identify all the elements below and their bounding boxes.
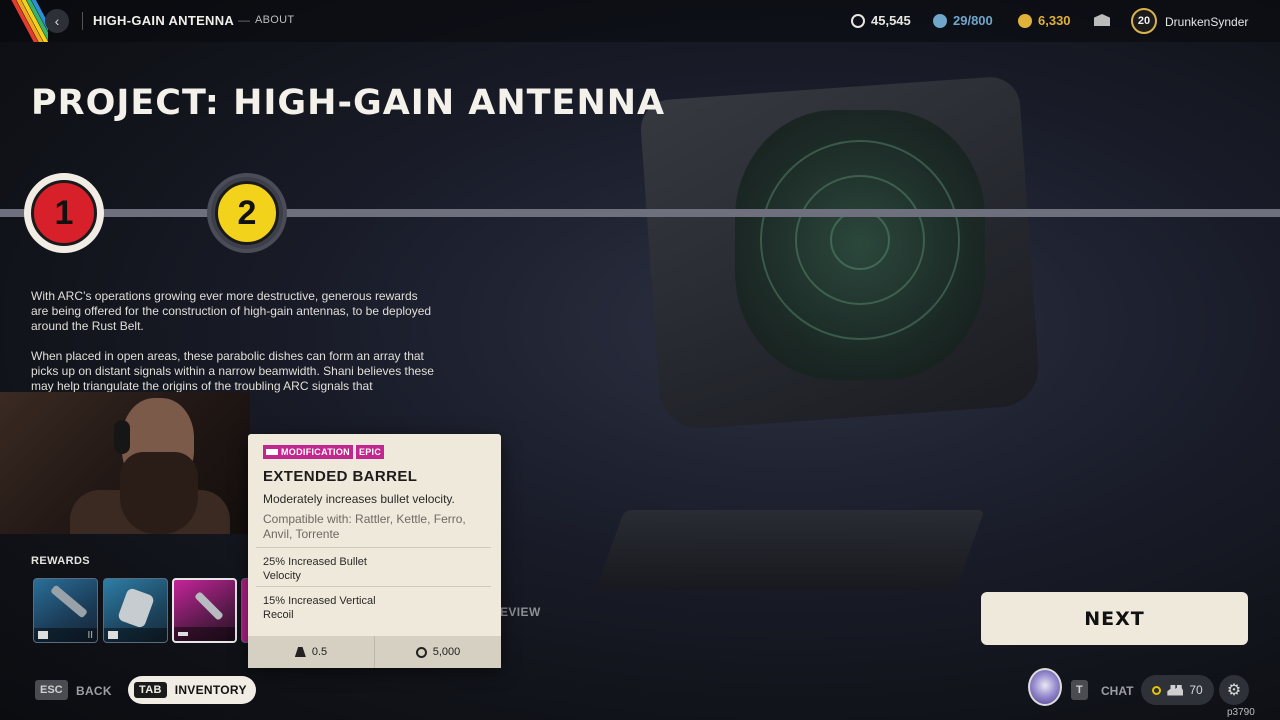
inventory-label: INVENTORY xyxy=(174,683,247,697)
page-title: PROJECT: HIGH-GAIN ANTENNA xyxy=(31,83,666,123)
build-version: p3790 xyxy=(1227,707,1255,718)
canister-icon xyxy=(117,587,155,629)
inventory-button[interactable]: TAB INVENTORY xyxy=(128,676,256,704)
breadcrumb-title: HIGH-GAIN ANTENNA xyxy=(93,13,235,28)
next-button[interactable]: NEXT xyxy=(981,592,1248,645)
item-stat: 25% Increased Bullet Velocity xyxy=(263,556,367,582)
chevron-left-icon: ‹ xyxy=(54,13,60,29)
creds-counter: 6,330 xyxy=(1018,13,1071,28)
breadcrumb-separator: — xyxy=(238,13,250,27)
reward-slot-selected[interactable] xyxy=(172,578,237,643)
headphones xyxy=(114,420,130,454)
gear-icon: ⚙ xyxy=(1226,682,1242,699)
save-icon xyxy=(108,631,118,639)
username[interactable]: DrunkenSynder xyxy=(1165,15,1248,29)
rarity-tag: EPIC xyxy=(355,445,385,459)
item-compatibility: Compatible with: Rattler, Kettle, Ferro,… xyxy=(263,512,466,541)
step-1[interactable]: 1 xyxy=(24,173,104,253)
category-tag: MODIFICATION xyxy=(263,445,353,459)
barrel-icon xyxy=(194,591,224,621)
project-description: With ARC’s operations growing ever more … xyxy=(31,289,436,409)
friends-button[interactable]: 70 xyxy=(1141,675,1214,705)
chat-key[interactable]: T xyxy=(1071,680,1088,700)
brand-stripes xyxy=(0,0,48,42)
breadcrumb-about[interactable]: ABOUT xyxy=(255,14,294,26)
item-price: 5,000 xyxy=(375,636,501,668)
creds-value: 6,330 xyxy=(1038,13,1071,28)
preview-label[interactable]: EVIEW xyxy=(500,605,541,619)
item-footer: 0.5 5,000 xyxy=(248,636,501,668)
list-icon xyxy=(38,631,48,639)
divider xyxy=(256,547,491,548)
radar-screen xyxy=(735,110,985,380)
squad-emblem-icon[interactable] xyxy=(1028,668,1062,706)
settings-button[interactable]: ⚙ xyxy=(1219,675,1249,705)
item-weight: 0.5 xyxy=(248,636,374,668)
step-1-number: 1 xyxy=(31,180,97,246)
coins-value: 45,545 xyxy=(871,13,911,28)
coin-icon xyxy=(851,13,865,28)
mod-icon xyxy=(178,632,188,636)
description-paragraph: When placed in open areas, these parabol… xyxy=(31,349,434,393)
mail-icon[interactable] xyxy=(1094,14,1110,26)
step-2[interactable]: 2 xyxy=(207,173,287,253)
esc-key[interactable]: ESC xyxy=(35,680,68,700)
reward-slot[interactable] xyxy=(103,578,168,643)
status-icon xyxy=(1152,685,1162,695)
description-paragraph: With ARC’s operations growing ever more … xyxy=(31,289,432,333)
raider-tokens-value: 29/800 xyxy=(953,13,993,28)
back-label[interactable]: BACK xyxy=(76,684,112,698)
item-description: Moderately increases bullet velocity. xyxy=(263,492,455,506)
coin-icon xyxy=(415,646,427,658)
item-stat: 15% Increased Vertical Recoil xyxy=(263,595,376,621)
friends-count: 70 xyxy=(1189,683,1203,697)
people-icon xyxy=(1167,684,1184,696)
reward-slot[interactable]: II xyxy=(33,578,98,643)
streamer-beard xyxy=(120,452,198,534)
tab-key: TAB xyxy=(134,682,167,698)
raider-token-icon xyxy=(933,13,947,28)
top-bar: ‹ HIGH-GAIN ANTENNA — ABOUT 45,545 29/80… xyxy=(0,0,1280,42)
divider xyxy=(256,586,491,587)
item-tooltip: MODIFICATION EPIC EXTENDED BARREL Modera… xyxy=(248,434,501,668)
tier-label: II xyxy=(87,630,93,641)
raider-tokens-counter: 29/800 xyxy=(933,13,993,28)
chat-label[interactable]: CHAT xyxy=(1101,684,1133,698)
mod-icon xyxy=(266,449,278,455)
player-level[interactable]: 20 xyxy=(1131,8,1157,34)
item-title: EXTENDED BARREL xyxy=(263,468,418,485)
background-keyboard xyxy=(595,510,985,590)
divider xyxy=(82,12,83,30)
weight-icon xyxy=(294,647,306,657)
item-tags: MODIFICATION EPIC xyxy=(263,445,385,459)
rewards-label: REWARDS xyxy=(31,555,91,567)
weapon-icon xyxy=(50,584,88,619)
back-button[interactable]: ‹ xyxy=(45,9,69,33)
step-2-number: 2 xyxy=(215,181,279,245)
coins-counter: 45,545 xyxy=(851,13,911,28)
cred-icon xyxy=(1018,13,1032,28)
progress-track xyxy=(0,209,1280,217)
